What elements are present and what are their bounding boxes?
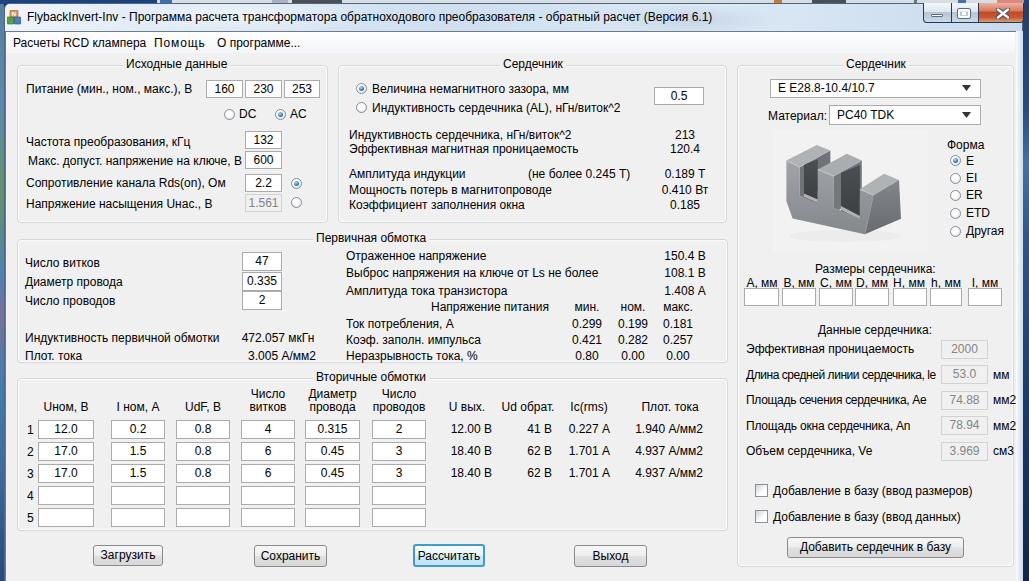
svg-text:N: N (12, 11, 16, 17)
